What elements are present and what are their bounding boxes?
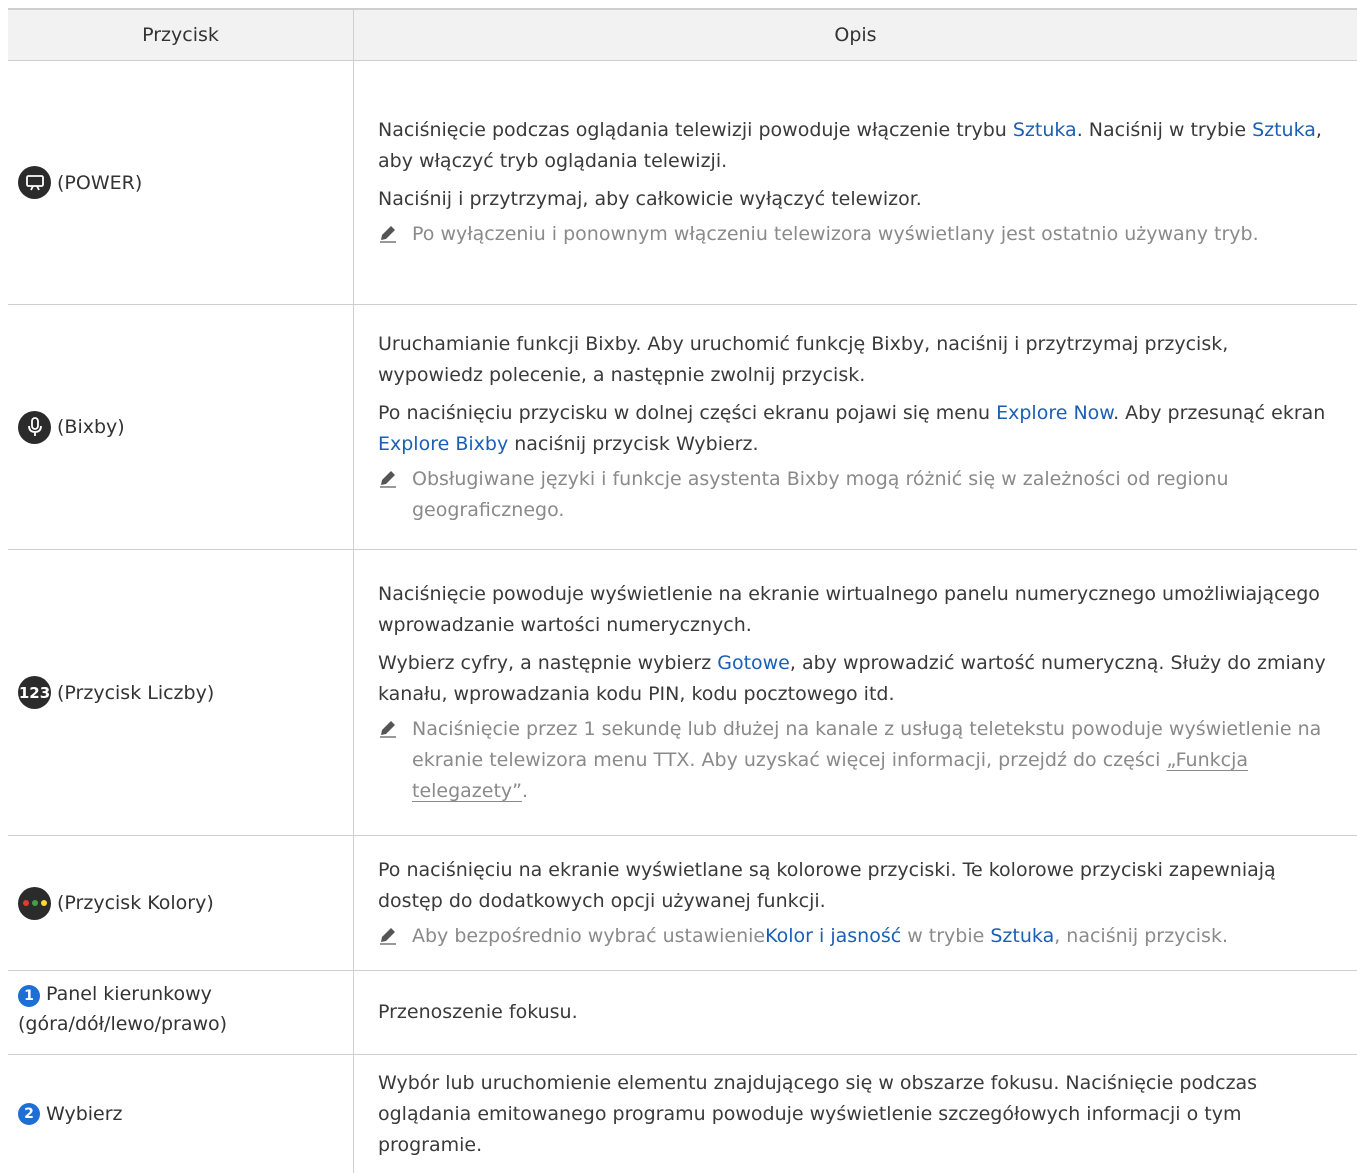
button-label: (Przycisk Liczby): [57, 681, 215, 704]
keyword-gotowe: Gotowe: [717, 651, 790, 674]
description-paragraph: Uruchamianie funkcji Bixby. Aby uruchomi…: [378, 332, 1229, 386]
power-art-icon: [18, 166, 51, 199]
keyword-sztuka: Sztuka: [990, 924, 1055, 947]
microphone-icon: [18, 410, 51, 444]
pencil-note-icon: [378, 714, 412, 807]
header-description-col: Opis: [834, 24, 877, 46]
button-label: (Przycisk Kolory): [57, 892, 214, 914]
red-dot-icon: [22, 900, 29, 906]
description-paragraph: Wybierz cyfry, a następnie wybierz Gotow…: [378, 651, 1326, 705]
note-text: Naciśnięcie przez 1 sekundę lub dłużej n…: [412, 717, 1322, 802]
note-text: Po wyłączeniu i ponownym włączeniu telew…: [412, 223, 1259, 245]
note-text: Aby bezpośrednio wybrać ustawienieKolor …: [412, 924, 1229, 947]
keyword-sztuka: Sztuka: [1012, 119, 1077, 141]
keyword-explore-now: Explore Now: [996, 401, 1114, 424]
keyword-kolor-i-jasnosc: Kolor i jasność: [765, 924, 902, 947]
description-paragraph: Naciśnij i przytrzymaj, aby całkowicie w…: [378, 188, 922, 210]
note: Naciśnięcie przez 1 sekundę lub dłużej n…: [378, 714, 1337, 807]
pencil-note-icon: [378, 464, 412, 526]
pencil-note-icon: [378, 219, 412, 250]
note: Obsługiwane języki i funkcje asystenta B…: [378, 464, 1337, 526]
numbers-123-icon: 123: [18, 676, 51, 709]
keyword-explore-bixby: Explore Bixby: [378, 432, 509, 455]
button-cell: 1 Panel kierunkowy (góra/dół/lewo/prawo): [8, 971, 354, 1054]
description-paragraph: Przenoszenie fokusu.: [378, 1001, 578, 1023]
description-paragraph: Po naciśnięciu na ekranie wyświetlane są…: [378, 858, 1276, 912]
color-buttons-icon: [18, 886, 51, 920]
description-cell: Naciśnięcie podczas oglądania telewizji …: [354, 61, 1357, 304]
button-label: 1 Panel kierunkowy (góra/dół/lewo/prawo): [18, 983, 228, 1035]
pencil-note-icon: [378, 921, 412, 952]
yellow-dot-icon: [40, 900, 47, 906]
table-header: Przycisk Opis: [8, 10, 1357, 61]
description-paragraph: Wybór lub uruchomienie elementu znajdują…: [378, 1071, 1258, 1156]
table-row: (POWER) Naciśnięcie podczas oglądania te…: [8, 61, 1357, 305]
green-dot-icon: [31, 900, 38, 906]
header-button-col: Przycisk: [8, 10, 354, 60]
description-paragraph: Naciśnięcie powoduje wyświetlenie na ekr…: [378, 582, 1320, 636]
number-badge-2: 2: [18, 1103, 40, 1125]
table-row: 123 (Przycisk Liczby) Naciśnięcie powodu…: [8, 550, 1357, 836]
table-row: 2 Wybierz Wybór lub uruchomienie element…: [8, 1055, 1357, 1173]
button-cell: (Bixby): [8, 305, 354, 549]
description-paragraph: Naciśnięcie podczas oglądania telewizji …: [378, 119, 1322, 172]
number-badge-1: 1: [18, 985, 40, 1007]
button-cell: (POWER): [8, 61, 354, 304]
description-cell: Uruchamianie funkcji Bixby. Aby uruchomi…: [354, 305, 1357, 549]
table-row: 1 Panel kierunkowy (góra/dół/lewo/prawo) …: [8, 971, 1357, 1055]
button-label: Wybierz: [46, 1103, 123, 1125]
remote-buttons-table: Przycisk Opis (POWER) Naciśnięcie podcza…: [8, 8, 1357, 1173]
button-cell: 2 Wybierz: [8, 1055, 354, 1173]
button-cell: 123 (Przycisk Liczby): [8, 550, 354, 835]
note-text: Obsługiwane języki i funkcje asystenta B…: [412, 467, 1229, 521]
note: Aby bezpośrednio wybrać ustawienieKolor …: [378, 921, 1337, 952]
table-row: (Przycisk Kolory) Po naciśnięciu na ekra…: [8, 836, 1357, 971]
note: Po wyłączeniu i ponownym włączeniu telew…: [378, 219, 1337, 250]
table-row: (Bixby) Uruchamianie funkcji Bixby. Aby …: [8, 305, 1357, 550]
button-label: (Bixby): [57, 416, 125, 438]
description-cell: Po naciśnięciu na ekranie wyświetlane są…: [354, 836, 1357, 970]
keyword-sztuka: Sztuka: [1252, 119, 1316, 141]
description-cell: Wybór lub uruchomienie elementu znajdują…: [354, 1055, 1357, 1173]
description-cell: Przenoszenie fokusu.: [354, 971, 1357, 1054]
description-paragraph: Po naciśnięciu przycisku w dolnej części…: [378, 401, 1326, 455]
button-cell: (Przycisk Kolory): [8, 836, 354, 970]
description-cell: Naciśnięcie powoduje wyświetlenie na ekr…: [354, 550, 1357, 835]
button-label: (POWER): [57, 171, 143, 194]
